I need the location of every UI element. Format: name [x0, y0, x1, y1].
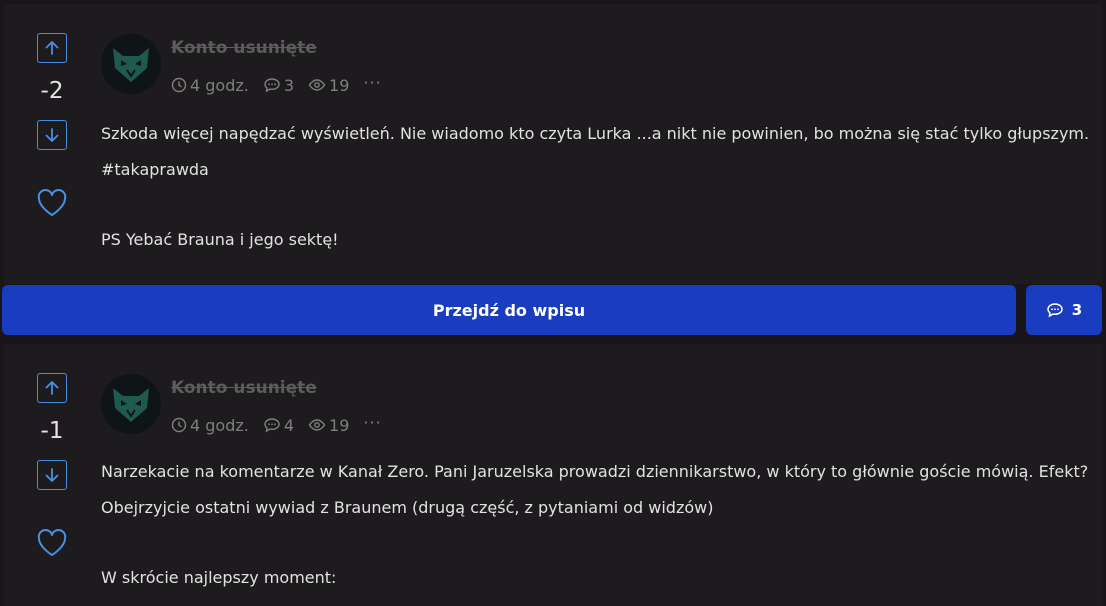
post-text-line: Obejrzyjcie ostatni wywiad z Braunem (dr… — [101, 498, 714, 517]
comment-count-text: 4 — [283, 415, 295, 435]
post-text-line: Szkoda więcej napędzać wyświetleń. Nie w… — [101, 124, 1090, 143]
wolf-logo-icon — [113, 388, 149, 422]
author-name[interactable]: Konto usunięte — [171, 38, 317, 58]
time-text: 4 godz. — [190, 415, 249, 435]
wolf-logo-icon — [113, 48, 149, 82]
post-card: -1 Konto usunięte 4 godz. 4 19 ··· Narze… — [4, 344, 1102, 606]
comment-count: 4 — [263, 416, 294, 435]
comment-icon — [264, 78, 280, 93]
comment-icon — [1047, 303, 1063, 318]
upvote-button[interactable] — [37, 33, 67, 63]
arrow-down-icon — [45, 468, 59, 482]
comments-button-count: 3 — [1071, 301, 1083, 319]
view-count: 19 — [308, 416, 349, 435]
comment-icon — [264, 418, 280, 433]
eye-icon — [308, 79, 326, 91]
post-time: 4 godz. — [171, 416, 249, 435]
comment-count-text: 3 — [283, 75, 295, 95]
like-button[interactable] — [35, 526, 69, 560]
downvote-button[interactable] — [37, 120, 67, 150]
upvote-button[interactable] — [37, 373, 67, 403]
author-name[interactable]: Konto usunięte — [171, 378, 317, 398]
post-text-line: Narzekacie na komentarze w Kanał Zero. P… — [101, 462, 1089, 481]
vote-score: -2 — [40, 78, 64, 104]
post-meta: 4 godz. 3 19 ··· — [171, 73, 382, 96]
comment-count: 3 — [263, 76, 294, 95]
avatar[interactable] — [101, 34, 161, 94]
post-text-line: PS Yebać Brauna i jego sektę! — [101, 230, 339, 249]
view-count-text: 19 — [329, 415, 350, 435]
clock-icon — [171, 77, 187, 93]
like-button[interactable] — [35, 186, 69, 220]
vote-score: -1 — [40, 418, 64, 444]
heart-icon — [37, 529, 67, 556]
post-card: -2 Konto usunięte 4 godz. 3 19 ··· Szkod… — [4, 4, 1102, 284]
post-hashtag[interactable]: #takaprawda — [101, 160, 209, 179]
arrow-down-icon — [45, 128, 59, 142]
more-options-button[interactable]: ··· — [363, 413, 381, 432]
view-count-text: 19 — [329, 75, 350, 95]
comments-button[interactable]: 3 — [1026, 285, 1102, 335]
arrow-up-icon — [45, 381, 59, 395]
time-text: 4 godz. — [190, 75, 249, 95]
view-count: 19 — [308, 76, 349, 95]
arrow-up-icon — [45, 41, 59, 55]
post-text-line: W skrócie najlepszy moment: — [101, 568, 337, 587]
heart-icon — [37, 189, 67, 216]
downvote-button[interactable] — [37, 460, 67, 490]
clock-icon — [171, 417, 187, 433]
post-time: 4 godz. — [171, 76, 249, 95]
eye-icon — [308, 419, 326, 431]
goto-post-button[interactable]: Przejdź do wpisu — [2, 285, 1016, 335]
post-meta: 4 godz. 4 19 ··· — [171, 413, 382, 436]
more-options-button[interactable]: ··· — [363, 73, 381, 92]
avatar[interactable] — [101, 374, 161, 434]
